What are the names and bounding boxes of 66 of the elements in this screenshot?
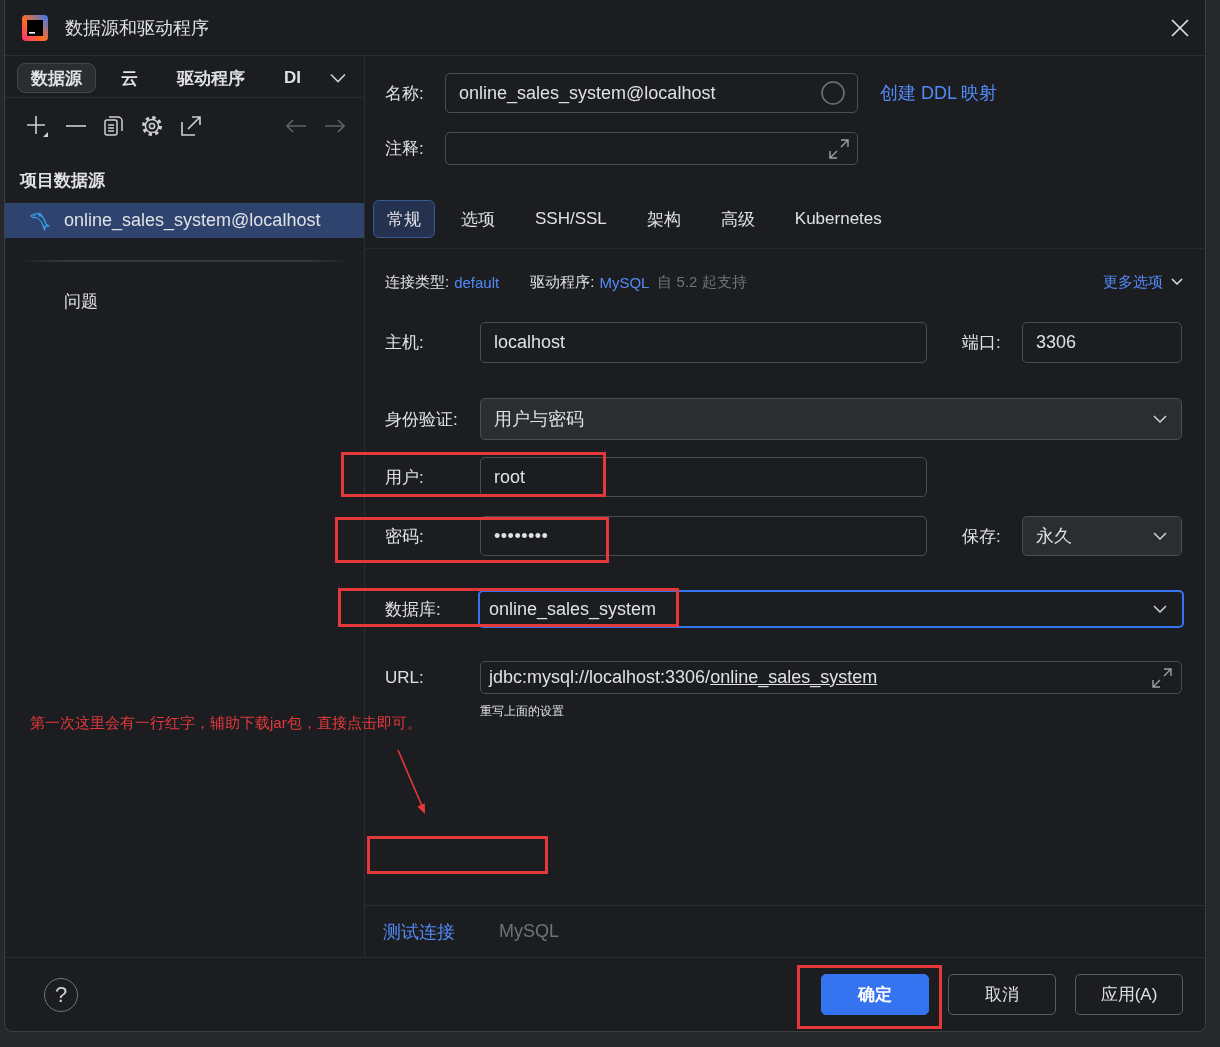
apply-button[interactable]: 应用(A) (1075, 974, 1183, 1015)
annotation-note: 第一次这里会有一行红字，辅助下载jar包，直接点击即可。 (30, 714, 422, 732)
driver-link[interactable]: MySQL (599, 273, 650, 291)
test-connection-link[interactable]: 测试连接 (383, 919, 455, 944)
field-label: 数据库: (385, 598, 442, 621)
field-label: 端口: (962, 332, 1002, 354)
dolphin-icon (30, 210, 50, 231)
settings-tab[interactable]: Kubernetes (780, 200, 896, 238)
more-options-link[interactable]: 更多选项 (1103, 272, 1183, 292)
add-icon[interactable] (26, 115, 48, 137)
user-field[interactable]: root (480, 457, 927, 497)
annotation-arrow (396, 748, 427, 816)
chevron-down-icon (1171, 278, 1183, 286)
copy-icon[interactable] (104, 116, 123, 136)
ok-button[interactable]: 确定 (821, 974, 929, 1015)
driver-name-label: MySQL (499, 921, 559, 942)
sidebar-tab[interactable]: 云 (107, 63, 152, 93)
cancel-button[interactable]: 取消 (948, 974, 1056, 1015)
expand-icon[interactable] (829, 138, 849, 159)
auth-dropdown[interactable]: 用户与密码 (480, 398, 1182, 440)
connection-type-link[interactable]: default (454, 273, 500, 291)
field-label: 用户: (385, 466, 425, 489)
open-external-icon[interactable] (181, 116, 201, 136)
circle-icon (821, 81, 845, 105)
url-field[interactable]: jdbc:mysql://localhost:3306/online_sales_system (480, 661, 1182, 694)
port-field[interactable]: 3306 (1022, 322, 1182, 363)
password-field[interactable]: •••••••• (480, 516, 927, 556)
chevron-down-icon[interactable] (330, 73, 346, 83)
sidebar-tab[interactable]: 数据源 (17, 63, 96, 93)
settings-tab[interactable]: 选项 (447, 200, 509, 238)
window-title: 数据源和驱动程序 (65, 16, 209, 40)
field-label: 名称: (385, 82, 425, 105)
close-icon[interactable] (1171, 18, 1189, 37)
settings-tab[interactable]: 高级 (706, 200, 769, 238)
settings-tab[interactable]: 架构 (632, 200, 695, 238)
field-label: 密码: (385, 525, 425, 548)
comment-field[interactable] (445, 132, 858, 165)
data-source-item[interactable]: online_sales_system@localhost (5, 203, 364, 238)
field-label: 保存: (962, 525, 1002, 548)
chevron-down-icon (1153, 415, 1167, 423)
field-label: 连接类型: (385, 272, 450, 292)
field-label: 身份验证: (385, 408, 459, 431)
field-label: 主机: (385, 332, 425, 354)
expand-icon[interactable] (1152, 667, 1172, 688)
problems-item[interactable]: 问题 (5, 292, 98, 312)
chevron-down-icon (1153, 532, 1167, 540)
settings-tab[interactable]: 常规 (373, 200, 435, 238)
settings-icon[interactable] (141, 115, 163, 137)
field-label: 驱动程序: (530, 272, 595, 292)
driver-support-note: 自 5.2 起支持 (657, 272, 747, 292)
chevron-down-icon (1153, 605, 1167, 613)
host-field[interactable]: localhost (480, 322, 927, 363)
field-label: 注释: (385, 138, 425, 160)
sidebar-tab[interactable]: DI (270, 63, 315, 93)
forward-arrow-icon[interactable] (325, 119, 345, 133)
database-dropdown[interactable]: online_sales_system (478, 590, 1184, 628)
name-field[interactable]: online_sales_system@localhost (445, 73, 858, 113)
section-title: 项目数据源 (18, 171, 106, 191)
save-dropdown[interactable]: 永久 (1022, 516, 1182, 556)
sidebar-tab[interactable]: 驱动程序 (163, 63, 259, 93)
field-label: URL: (385, 667, 425, 688)
app-logo-icon (22, 14, 48, 41)
back-arrow-icon[interactable] (286, 119, 306, 133)
ddl-mapping-link[interactable]: 创建 DDL 映射 (880, 81, 998, 105)
settings-tab[interactable]: SSH/SSL (521, 200, 621, 238)
url-hint: 重写上面的设置 (480, 704, 564, 718)
